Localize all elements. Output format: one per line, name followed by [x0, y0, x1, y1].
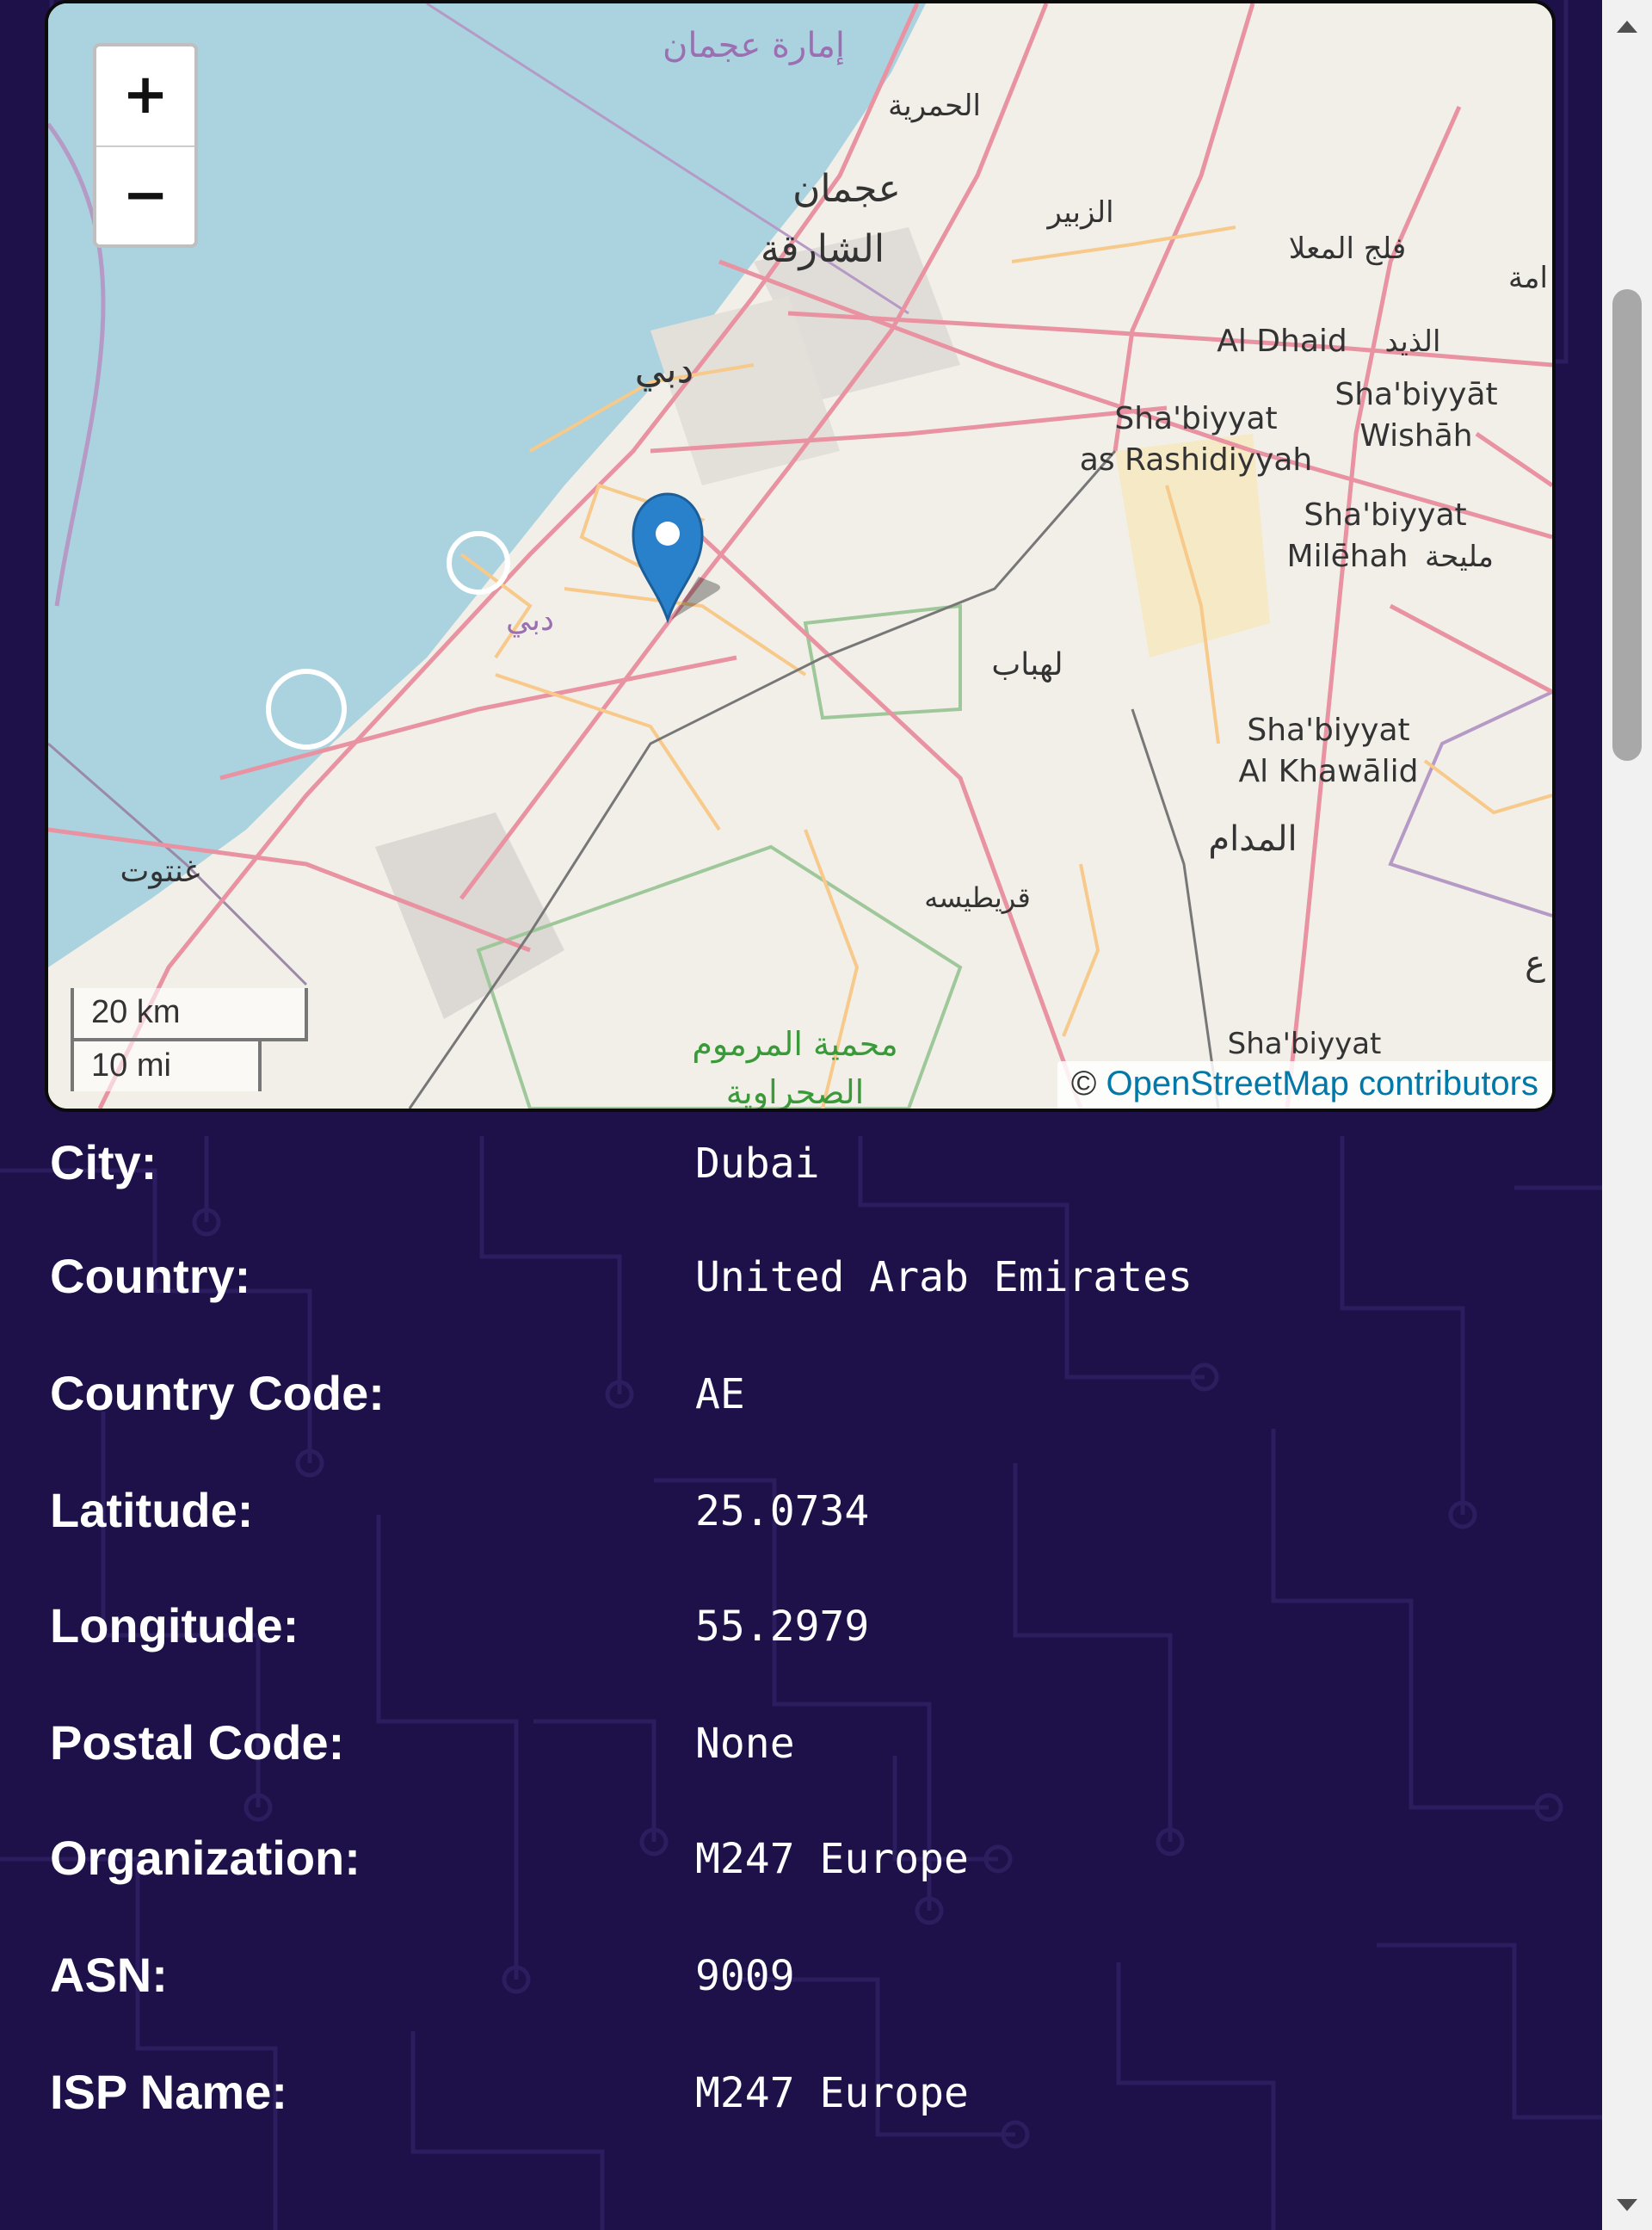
- label-al-dhaid: Al Dhaid: [1217, 324, 1347, 359]
- label-shabiyyat-rashidiyyah-2: as Rashidiyyah: [1080, 442, 1312, 478]
- info-label: Country:: [50, 1249, 251, 1303]
- info-row-asn: ASN: 9009: [50, 1947, 1513, 2016]
- label-madam: المدام: [1208, 819, 1297, 859]
- label-quraytisah: قريطيسه: [924, 881, 1030, 914]
- label-marmoom-1: محمية المرموم: [692, 1025, 897, 1064]
- info-value: None: [695, 1720, 795, 1768]
- zoom-control: + −: [93, 43, 198, 248]
- info-value: 9009: [695, 1952, 795, 2000]
- scale-km: 20 km: [71, 988, 308, 1041]
- info-row-latitude: Latitude: 25.0734: [50, 1482, 1513, 1551]
- map-scale: 20 km 10 mi: [71, 988, 308, 1091]
- label-falaj-al-mualla: فلج المعلا: [1289, 232, 1406, 266]
- label-shabiyyat-milehah-2: Milēhah: [1287, 539, 1409, 574]
- info-label: ISP Name:: [50, 2065, 287, 2119]
- label-ajman: عجمان: [792, 167, 901, 211]
- label-shabiyyat-bottom: Sha'biyyat: [1228, 1027, 1382, 1061]
- info-value: 25.0734: [695, 1487, 870, 1535]
- label-sharjah: الشارقة: [761, 227, 885, 271]
- label-al-dhaid-ar: الذيد: [1385, 324, 1441, 359]
- label-shabiyyat-rashidiyyah-1: Sha'biyyat: [1114, 401, 1277, 436]
- info-value: M247 Europe: [695, 2069, 969, 2117]
- copyright-symbol: ©: [1070, 1065, 1097, 1103]
- scroll-up-icon[interactable]: [1602, 0, 1652, 50]
- label-dubai-2: دبي: [506, 602, 554, 638]
- info-value: United Arab Emirates: [695, 1253, 1193, 1301]
- info-row-city: City: Dubai: [50, 1134, 1513, 1203]
- label-lahbab: لهباب: [991, 647, 1063, 683]
- info-label: ASN:: [50, 1948, 168, 2002]
- info-row-country: Country: United Arab Emirates: [50, 1248, 1513, 1317]
- info-value: Dubai: [695, 1140, 820, 1188]
- info-label: Postal Code:: [50, 1715, 345, 1770]
- info-row-postal-code: Postal Code: None: [50, 1714, 1513, 1783]
- label-dubai: دبي: [635, 348, 694, 392]
- vertical-scrollbar[interactable]: [1602, 0, 1652, 2230]
- info-row-organization: Organization: M247 Europe: [50, 1830, 1513, 1899]
- label-ain: ع: [1525, 943, 1545, 983]
- osm-contributors-link[interactable]: OpenStreetMap contributors: [1106, 1065, 1538, 1103]
- info-value: M247 Europe: [695, 1835, 969, 1883]
- label-milehah-ar: مليحة: [1425, 540, 1494, 574]
- label-marmoom-2: الصحراوية: [726, 1073, 864, 1109]
- scroll-down-icon[interactable]: [1602, 2180, 1652, 2230]
- zoom-out-button[interactable]: −: [96, 147, 194, 244]
- info-row-isp-name: ISP Name: M247 Europe: [50, 2064, 1513, 2133]
- info-label: Longitude:: [50, 1598, 299, 1652]
- label-zubair: الزبير: [1045, 195, 1113, 230]
- info-row-longitude: Longitude: 55.2979: [50, 1597, 1513, 1666]
- label-shabiyyat-khawalid-2: Al Khawālid: [1239, 754, 1419, 789]
- label-ghantoot: غنتوت: [120, 854, 200, 889]
- label-ajman-emirate: إمارة عجمان: [663, 26, 845, 65]
- info-label: Country Code:: [50, 1366, 385, 1420]
- location-marker-icon[interactable]: [630, 491, 724, 628]
- zoom-in-button[interactable]: +: [96, 46, 194, 147]
- scale-mi: 10 mi: [71, 1038, 262, 1091]
- label-shabiyyat-khawalid-1: Sha'biyyat: [1247, 713, 1409, 748]
- page-viewport: إمارة عجمان الحمرية عجمان الزبير الشارقة…: [0, 0, 1602, 2230]
- info-value: AE: [695, 1370, 745, 1418]
- info-row-country-code: Country Code: AE: [50, 1365, 1513, 1434]
- info-value: 55.2979: [695, 1603, 870, 1651]
- info-label: Latitude:: [50, 1483, 254, 1537]
- label-shabiyyat-wishah-1: Sha'biyyāt: [1335, 377, 1497, 412]
- label-shabiyyat-wishah-2: Wishāh: [1359, 418, 1472, 454]
- map-tiles[interactable]: إمارة عجمان الحمرية عجمان الزبير الشارقة…: [48, 3, 1552, 1109]
- scrollbar-thumb[interactable]: [1612, 289, 1642, 761]
- label-hamriyah: الحمرية: [888, 89, 981, 123]
- map-attribution: © OpenStreetMap contributors: [1057, 1061, 1552, 1109]
- label-shabiyyat-milehah-1: Sha'biyyat: [1304, 497, 1466, 533]
- label-hamah: امة: [1508, 261, 1548, 295]
- location-map[interactable]: إمارة عجمان الحمرية عجمان الزبير الشارقة…: [45, 0, 1556, 1112]
- info-label: Organization:: [50, 1831, 361, 1885]
- info-label: City:: [50, 1135, 157, 1189]
